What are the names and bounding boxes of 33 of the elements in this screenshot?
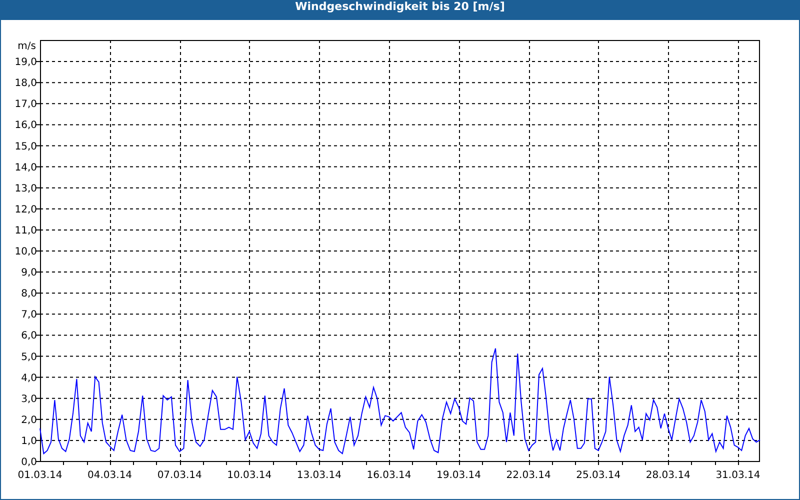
y-tick-label: 10,0 bbox=[14, 246, 37, 258]
y-tick-label: 13,0 bbox=[14, 183, 37, 194]
x-tick-label: 31.03.14 bbox=[716, 470, 760, 481]
x-tick-label: 19.03.14 bbox=[436, 470, 482, 481]
y-tick-label: 3,0 bbox=[21, 394, 37, 405]
y-tick-label: 12,0 bbox=[14, 204, 37, 216]
y-tick-label: 14,0 bbox=[14, 162, 37, 174]
x-tick-label: 10.03.14 bbox=[227, 470, 272, 481]
x-tick-label: 22.03.14 bbox=[506, 470, 551, 481]
y-tick-label: 19,0 bbox=[14, 57, 37, 68]
y-tick-label: 0,0 bbox=[21, 457, 37, 468]
y-tick-label: 5,0 bbox=[21, 352, 37, 363]
y-tick-label: 17,0 bbox=[14, 99, 37, 110]
y-tick-label: 18,0 bbox=[14, 78, 37, 90]
y-tick-label: 9,0 bbox=[21, 268, 37, 279]
y-tick-label: 7,0 bbox=[21, 310, 37, 321]
x-tick-label: 04.03.14 bbox=[88, 470, 132, 481]
x-tick-label: 25.03.14 bbox=[576, 470, 621, 481]
y-tick-label: 2,0 bbox=[21, 414, 37, 426]
x-tick-label: 07.03.14 bbox=[157, 470, 202, 481]
x-tick-label: 01.03.14 bbox=[18, 470, 62, 481]
y-tick-label: 8,0 bbox=[21, 288, 37, 300]
y-tick-label: 15,0 bbox=[14, 141, 37, 152]
y-axis-unit: m/s bbox=[18, 41, 36, 52]
y-tick-label: 11,0 bbox=[14, 225, 37, 236]
y-tick-label: 1,0 bbox=[21, 436, 37, 447]
x-tick-label: 13.03.14 bbox=[296, 470, 342, 481]
y-tick-label: 4,0 bbox=[21, 372, 37, 384]
y-tick-label: 6,0 bbox=[21, 330, 37, 342]
x-tick-label: 16.03.14 bbox=[366, 470, 412, 481]
chart-title: Windgeschwindigkeit bis 20 [m/s] bbox=[0, 0, 800, 20]
x-tick-label: 28.03.14 bbox=[646, 470, 690, 481]
y-tick-label: 16,0 bbox=[14, 120, 37, 132]
